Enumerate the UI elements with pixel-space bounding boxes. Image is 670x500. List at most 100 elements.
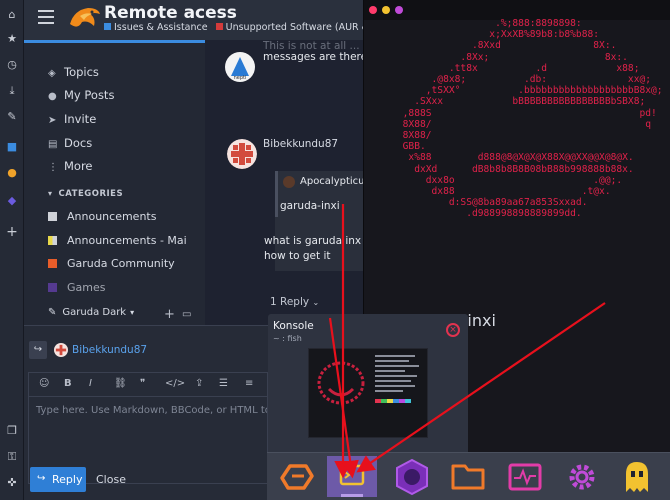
pen-icon[interactable]: ✎ <box>0 110 24 123</box>
konsole-preview-popup[interactable]: Konsole ~ : fish × <box>268 314 468 460</box>
category-issues[interactable]: Issues & Assistance <box>114 22 208 33</box>
sidebar-category-games[interactable]: Games <box>48 281 105 294</box>
download-icon[interactable]: ⤓ <box>0 84 24 98</box>
close-preview-icon[interactable]: × <box>446 323 460 337</box>
layers-icon: ◈ <box>48 68 56 79</box>
sidebar-item-label: My Posts <box>64 88 115 102</box>
topic-title: Remote acess <box>104 3 237 23</box>
quote-author[interactable]: Apocalypticus <box>300 176 370 187</box>
editor-toolbar: ☺ B I ⛓ ❞ </> ⇪ ☰ ≡ <box>28 372 268 396</box>
category-color-swatch <box>48 212 57 221</box>
category-color-swatch <box>48 259 57 268</box>
garuda-gamer-icon[interactable] <box>387 456 437 497</box>
upload-icon[interactable]: ⇪ <box>195 378 203 389</box>
svg-text:nepti: nepti <box>234 75 247 81</box>
kebab-icon: ⋮ <box>48 162 58 173</box>
add-icon[interactable]: + <box>164 307 175 322</box>
dock <box>267 452 670 500</box>
code-icon[interactable]: </> <box>165 378 185 389</box>
brush-icon: ✎ <box>48 307 57 318</box>
reply-to-user[interactable]: Bibekkundu87 <box>72 344 147 356</box>
browser-side-strip: ⌂ ★ ◷ ⤓ ✎ ■ ● ◆ + ❐ ⚿ ✜ <box>0 0 24 500</box>
italic-icon[interactable]: I <box>89 378 92 389</box>
topic-categories: Issues & Assistance Unsupported Software… <box>104 22 395 33</box>
extension-icon[interactable]: ● <box>0 166 24 179</box>
sidebar-item-label: More <box>64 159 93 173</box>
keyboard-icon[interactable]: ▭ <box>182 309 191 320</box>
star-icon[interactable]: ★ <box>0 32 24 45</box>
post-author[interactable]: Bibekkundu87 <box>263 138 338 150</box>
reply-arrow-icon: ↪ <box>37 473 46 484</box>
close-window-icon[interactable] <box>369 6 377 14</box>
category-color-swatch <box>48 283 57 292</box>
avatar[interactable] <box>227 139 257 169</box>
window-thumbnail[interactable] <box>308 348 428 438</box>
avatar[interactable]: nepti <box>225 52 255 82</box>
sidebar-item-label: Docs <box>64 136 93 150</box>
quote-bar <box>275 171 278 217</box>
translate-icon[interactable]: ■ <box>0 140 24 153</box>
post-text: what is garuda inx <box>264 235 362 247</box>
garuda-logo-icon[interactable] <box>68 4 102 34</box>
history-icon[interactable]: ◷ <box>0 58 24 71</box>
theme-selector[interactable]: ✎ Garuda Dark ▾ <box>48 307 134 318</box>
puzzle-icon[interactable]: ✜ <box>0 476 24 489</box>
chevron-down-icon: ⌄ <box>312 298 320 307</box>
categories-heading[interactable]: ▾ CATEGORIES <box>48 189 123 199</box>
add-icon[interactable]: + <box>0 224 24 240</box>
maximize-window-icon[interactable] <box>395 6 403 14</box>
avatar <box>54 343 68 357</box>
garuda-ascii-art: .%;888:8898898: x;XxXB%89b8:b8%b88: .8Xx… <box>402 18 663 220</box>
sidebar-item-docs[interactable]: ▤ Docs <box>48 136 92 150</box>
reply-arrow-icon[interactable]: ↪ <box>29 341 47 359</box>
link-icon[interactable]: ⛓ <box>114 378 127 389</box>
forum-header: Remote acess Issues & Assistance Unsuppo… <box>24 0 395 40</box>
send-icon: ➤ <box>48 115 57 126</box>
sidebar: ◈ Topics ● My Posts ➤ Invite ▤ Docs ⋮ More ▾ C… <box>24 40 205 330</box>
popup-subtitle: ~ : fish <box>273 334 302 343</box>
minimize-window-icon[interactable] <box>382 6 390 14</box>
replies-toggle[interactable]: 1 Reply ⌄ <box>270 296 319 308</box>
bullet-list-icon[interactable]: ☰ <box>219 378 228 389</box>
sidebar-item-invite[interactable]: ➤ Invite <box>48 112 96 126</box>
category-color-swatch <box>104 23 111 30</box>
settings-icon[interactable] <box>557 456 607 497</box>
terminal-titlebar <box>364 0 670 20</box>
sidebar-item-label: Invite <box>64 112 97 126</box>
close-button[interactable]: Close <box>96 473 126 486</box>
key-icon[interactable]: ⚿ <box>0 450 24 464</box>
reply-composer: ↪ Bibekkundu87 ☺ B I ⛓ ❞ </> ⇪ ☰ ≡ Type … <box>24 325 274 500</box>
popup-title: Konsole <box>273 320 314 332</box>
reply-button[interactable]: ↪ Reply <box>30 467 86 492</box>
post-text: how to get it <box>264 250 331 262</box>
sidebar-item-my-posts[interactable]: ● My Posts <box>48 88 114 102</box>
discord-icon[interactable]: ◆ <box>0 194 24 207</box>
category-color-swatch <box>215 23 223 30</box>
bold-icon[interactable]: B <box>64 378 72 389</box>
emoji-icon[interactable]: ☺ <box>39 378 49 389</box>
user-icon: ● <box>48 91 57 102</box>
chevron-down-icon: ▾ <box>130 308 135 317</box>
sidebar-item-label: Topics <box>64 65 99 79</box>
numbered-list-icon[interactable]: ≡ <box>245 378 253 389</box>
copy-icon[interactable]: ❐ <box>0 424 24 437</box>
sidebar-category-announcements[interactable]: Announcements <box>48 210 156 223</box>
avatar <box>283 176 295 188</box>
sidebar-item-more[interactable]: ⋮ More <box>48 159 93 173</box>
konsole-icon[interactable] <box>327 456 377 497</box>
chevron-down-icon: ▾ <box>48 189 53 198</box>
home-icon[interactable]: ⌂ <box>0 8 24 21</box>
file-manager-icon[interactable] <box>443 456 493 497</box>
ghost-icon[interactable] <box>612 456 662 497</box>
quote-icon[interactable]: ❞ <box>140 378 145 389</box>
hamburger-menu-icon[interactable] <box>38 10 54 24</box>
sidebar-item-topics[interactable]: ◈ Topics <box>48 65 99 79</box>
sidebar-category-garuda-community[interactable]: Garuda Community <box>48 257 175 270</box>
topic-stream: This is not at all ... nepti messages ar… <box>205 40 373 330</box>
sidebar-category-announcements-main[interactable]: Announcements - Mai <box>48 234 187 247</box>
quote-text: garuda-inxi <box>280 200 340 212</box>
system-monitor-icon[interactable] <box>500 456 550 497</box>
garuda-launcher-icon[interactable] <box>270 456 320 497</box>
terminal-thumbnail-icon <box>317 355 419 405</box>
category-color-swatch <box>48 236 57 245</box>
